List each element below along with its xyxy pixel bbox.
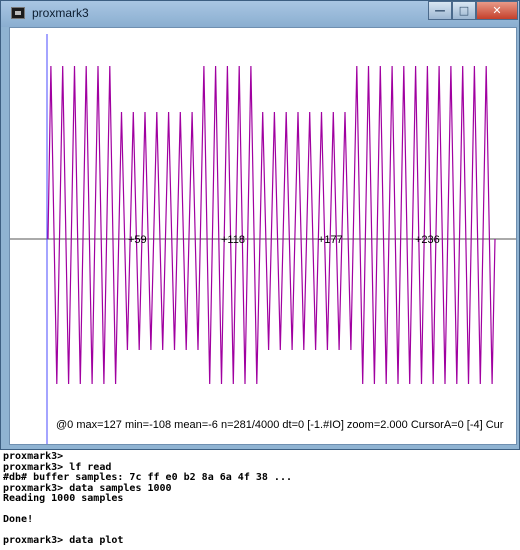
tick-label: +59: [128, 234, 147, 246]
signal-trace: [47, 65, 496, 385]
plot-area[interactable]: +59 +118 +177 +236 @0 max=127 min=-108 m…: [9, 27, 517, 445]
console-output[interactable]: proxmark3> proxmark3> lf read #db# buffe…: [0, 450, 520, 550]
close-button[interactable]: ✕: [476, 1, 518, 20]
title-bar[interactable]: proxmark3 — □ ✕: [1, 1, 519, 27]
app-icon[interactable]: [11, 7, 25, 19]
console-line: Done!: [3, 514, 34, 525]
maximize-button[interactable]: □: [452, 1, 476, 20]
plot-status-line: @0 max=127 min=-108 mean=-6 n=281/4000 d…: [56, 419, 504, 431]
console-prompt[interactable]: proxmark3> data plot: [3, 535, 520, 547]
waveform-plot[interactable]: +59 +118 +177 +236: [10, 28, 516, 444]
tick-label: +236: [415, 234, 440, 246]
minimize-button[interactable]: —: [428, 1, 452, 20]
console-line: proxmark3>: [3, 451, 64, 462]
proxmark3-window: proxmark3 — □ ✕ +59 +118 +177 +236 @0 ma…: [0, 0, 520, 450]
tick-label: +118: [221, 234, 245, 246]
console-line: Reading 1000 samples: [3, 493, 124, 504]
window-title: proxmark3: [32, 6, 89, 20]
tick-label: +177: [318, 234, 343, 246]
console-line: #db# buffer samples: 7c ff e0 b2 8a 6a 4…: [3, 472, 292, 483]
